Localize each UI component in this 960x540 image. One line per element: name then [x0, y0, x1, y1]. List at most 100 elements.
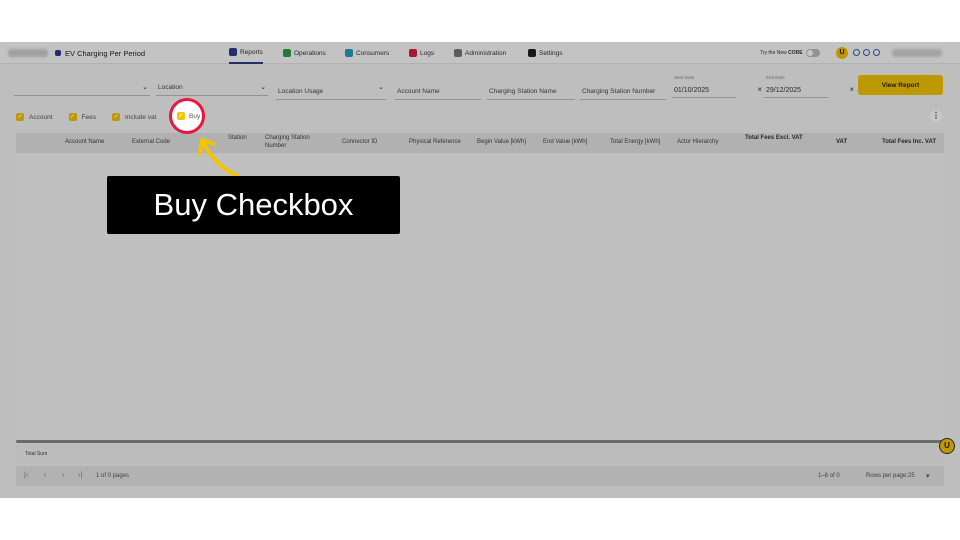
- charging-station-number-placeholder: Charging Station Number: [582, 88, 656, 95]
- nav-consumers[interactable]: Consumers: [345, 42, 389, 64]
- clear-start-date-icon[interactable]: ×: [757, 85, 762, 94]
- column-charging-station-number[interactable]: Charging Station Number: [265, 134, 325, 150]
- range-info: 1–8 of 0: [818, 473, 840, 479]
- start-date-field[interactable]: Start Date 01/10/2025 ×: [672, 74, 762, 98]
- nav-label: Reports: [240, 48, 263, 56]
- checkmark-icon: ✓: [68, 113, 77, 121]
- account-checkbox[interactable]: ✓ Account: [16, 113, 53, 121]
- header-icons: [853, 49, 880, 56]
- nav-label: Operations: [294, 49, 326, 57]
- clock-icon[interactable]: [873, 49, 880, 56]
- account-name-placeholder: Account Name: [397, 88, 440, 95]
- account-checkbox-label: Account: [29, 113, 53, 121]
- next-page-icon[interactable]: ›: [62, 472, 64, 479]
- column-connector-id[interactable]: Connector ID: [342, 138, 377, 146]
- nav-label: Consumers: [356, 49, 390, 57]
- assistant-icon[interactable]: U: [939, 438, 955, 454]
- nav-administration[interactable]: Administration: [454, 42, 506, 64]
- charging-station-name-placeholder: Charging Station Name: [489, 88, 557, 95]
- last-page-icon[interactable]: ›|: [78, 472, 82, 479]
- checkmark-icon: ✓: [16, 113, 24, 121]
- buy-checkbox-label: Buy: [189, 112, 201, 120]
- charging-station-name-input[interactable]: Charging Station Name: [487, 80, 575, 100]
- column-external-code[interactable]: External Code: [132, 138, 170, 146]
- app-window: EV Charging Per Period Reports Operation…: [0, 42, 960, 498]
- table-header: Account Name External Code Station Charg…: [16, 133, 944, 153]
- column-total-fees-inc-vat[interactable]: Total Fees Inc. VAT: [882, 138, 936, 146]
- horizontal-scrollbar[interactable]: [16, 440, 944, 443]
- user-menu[interactable]: [892, 49, 942, 57]
- buy-checkbox-highlight: ✓ Buy: [169, 98, 205, 134]
- top-navigation-bar: EV Charging Per Period Reports Operation…: [0, 42, 960, 64]
- account-select[interactable]: ⌄: [14, 76, 150, 96]
- logs-icon: [409, 49, 417, 57]
- operations-icon: [283, 49, 291, 57]
- include-vat-checkbox-label: Include vat: [124, 113, 157, 121]
- charging-station-number-input[interactable]: Charging Station Number: [580, 80, 666, 100]
- try-new-toggle[interactable]: [806, 49, 820, 57]
- core-brand: CORE: [788, 50, 803, 56]
- column-physical-reference[interactable]: Physical Reference: [409, 138, 461, 146]
- nav-label: Settings: [539, 49, 563, 57]
- globe-icon[interactable]: [863, 49, 870, 56]
- checkmark-icon: ✓: [111, 113, 120, 121]
- account-name-input[interactable]: Account Name: [395, 80, 481, 100]
- column-begin-value[interactable]: Begin Value [kWh]: [477, 138, 526, 146]
- column-account-name[interactable]: Account Name: [65, 138, 104, 146]
- buy-checkbox[interactable]: ✓ Buy: [177, 112, 200, 120]
- brand-coin-icon[interactable]: U: [836, 47, 848, 59]
- rows-per-page-select[interactable]: 25: [908, 473, 915, 479]
- fees-checkbox[interactable]: ✓ Fees: [68, 113, 96, 121]
- first-page-icon[interactable]: |‹: [24, 472, 28, 479]
- nav-settings[interactable]: Settings: [528, 42, 563, 64]
- nav-label: Administration: [465, 49, 507, 57]
- nav-reports[interactable]: Reports: [229, 42, 263, 64]
- filter-bar: ⌄ Location ⌄ Location Usage ⌄ Account Na…: [0, 72, 960, 100]
- administration-icon: [454, 49, 462, 57]
- previous-page-icon[interactable]: ‹: [44, 472, 46, 479]
- chevron-down-icon: ⌄: [260, 84, 266, 91]
- location-usage-label: Location Usage: [278, 88, 324, 95]
- chevron-down-icon: ⌄: [378, 84, 384, 91]
- caret-down-icon[interactable]: ▾: [926, 472, 930, 480]
- column-actor-hierarchy[interactable]: Actor Hierarchy: [677, 138, 718, 146]
- settings-icon: [528, 49, 536, 57]
- pagination-bar: |‹ ‹ › ›| 1 of 0 pages 1–8 of 0 Rows per…: [16, 466, 944, 486]
- pointer-arrow-icon: [198, 138, 240, 178]
- try-new-core-label: Try the New CORE: [760, 50, 803, 56]
- page-info: 1 of 0 pages: [96, 473, 130, 479]
- fees-checkbox-label: Fees: [81, 113, 96, 121]
- end-date-field[interactable]: End Date 29/12/2025 ×: [764, 74, 854, 98]
- start-date-value: 01/10/2025: [674, 87, 710, 94]
- page-title: EV Charging Per Period: [65, 49, 146, 58]
- consumers-icon: [345, 49, 353, 57]
- checkmark-icon: ✓: [177, 112, 185, 120]
- callout-label: Buy Checkbox: [107, 176, 400, 234]
- end-date-value: 29/12/2025: [766, 87, 802, 94]
- search-icon[interactable]: [853, 49, 860, 56]
- column-total-fees-excl-vat[interactable]: Total Fees Excl. VAT: [745, 134, 809, 142]
- location-select[interactable]: Location ⌄: [156, 76, 268, 96]
- location-usage-select[interactable]: Location Usage ⌄: [276, 80, 386, 100]
- options-row: ✓ Account ✓ Fees ✓ Include vat: [16, 110, 172, 124]
- view-report-button[interactable]: View Report: [858, 75, 943, 95]
- location-label: Location: [158, 84, 183, 91]
- nav-operations[interactable]: Operations: [283, 42, 326, 64]
- try-new-prefix: Try the New: [760, 50, 787, 56]
- chevron-down-icon: ⌄: [142, 84, 148, 91]
- include-vat-checkbox[interactable]: ✓ Include vat: [111, 113, 157, 121]
- more-options-icon[interactable]: ⋮: [930, 110, 942, 122]
- column-total-energy[interactable]: Total Energy [kWh]: [610, 138, 660, 146]
- start-date-caption: Start Date: [674, 75, 695, 80]
- total-sum-label: Total Sum: [25, 451, 48, 457]
- rows-per-page-label: Rows per page:: [866, 473, 909, 479]
- reports-icon: [229, 48, 237, 56]
- column-end-value[interactable]: End Value [kWh]: [543, 138, 587, 146]
- clear-end-date-icon[interactable]: ×: [849, 85, 854, 94]
- report-icon: [55, 50, 61, 56]
- end-date-caption: End Date: [766, 75, 785, 80]
- total-sum-row: Total Sum: [16, 444, 944, 462]
- column-vat[interactable]: VAT: [836, 138, 847, 146]
- nav-logs[interactable]: Logs: [409, 42, 434, 64]
- nav-label: Logs: [420, 49, 435, 57]
